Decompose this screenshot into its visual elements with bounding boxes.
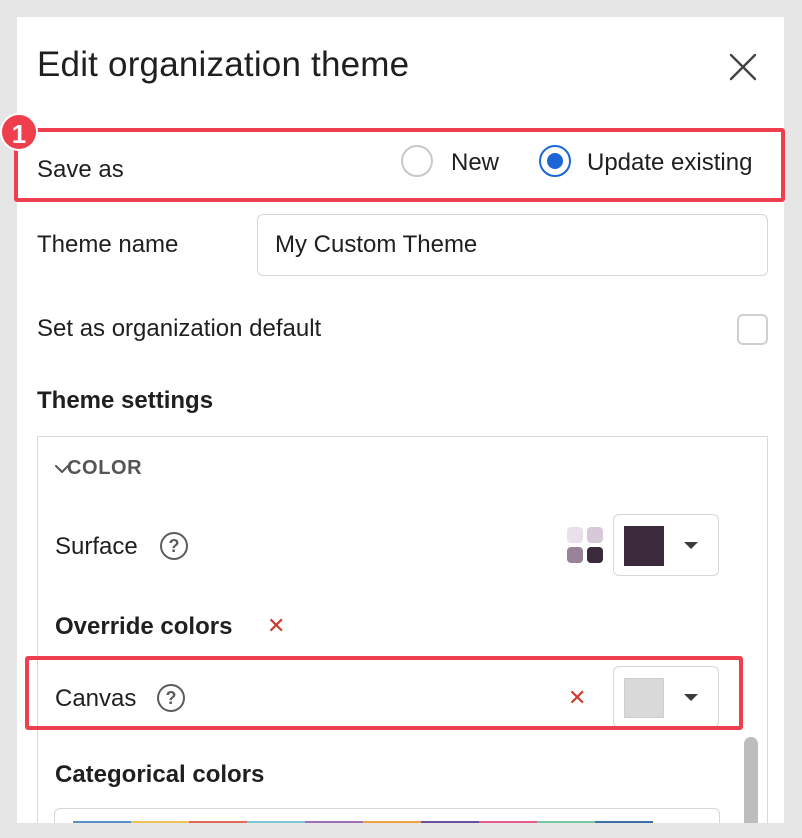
step-badge: 1 bbox=[0, 113, 38, 151]
dialog-title: Edit organization theme bbox=[37, 45, 410, 84]
org-default-label: Set as organization default bbox=[37, 315, 322, 342]
canvas-label: Canvas bbox=[55, 685, 137, 712]
radio-new-label[interactable]: New bbox=[451, 149, 499, 177]
clear-canvas-icon[interactable]: ✕ bbox=[568, 685, 586, 711]
theme-settings-title: Theme settings bbox=[37, 387, 214, 414]
theme-name-input[interactable]: My Custom Theme bbox=[257, 214, 768, 276]
radio-update-existing-label[interactable]: Update existing bbox=[587, 149, 752, 177]
surface-label: Surface bbox=[55, 533, 138, 560]
canvas-color-select[interactable] bbox=[613, 666, 719, 728]
canvas-color-chip bbox=[624, 678, 664, 718]
edit-theme-dialog: Edit organization theme Save as New Upda… bbox=[17, 17, 784, 823]
chevron-down-icon bbox=[684, 542, 698, 549]
palette-swatch-icon[interactable] bbox=[567, 527, 605, 565]
categorical-palette-select[interactable] bbox=[54, 808, 720, 823]
theme-name-label: Theme name bbox=[37, 231, 179, 258]
question-circle-icon[interactable]: ? bbox=[160, 532, 188, 560]
categorical-colors-title: Categorical colors bbox=[55, 761, 265, 788]
override-colors-title: Override colors bbox=[55, 613, 233, 640]
surface-color-select[interactable] bbox=[613, 514, 719, 576]
org-default-checkbox[interactable] bbox=[737, 314, 768, 345]
surface-color-chip bbox=[624, 526, 664, 566]
save-as-label: Save as bbox=[37, 156, 124, 183]
color-section-header[interactable]: COLOR bbox=[67, 457, 142, 480]
clear-overrides-icon[interactable]: ✕ bbox=[267, 613, 285, 639]
categorical-palette-strip bbox=[73, 821, 653, 823]
radio-new[interactable] bbox=[401, 145, 433, 177]
scrollbar-thumb[interactable] bbox=[744, 737, 758, 823]
chevron-down-icon bbox=[684, 694, 698, 701]
question-circle-icon[interactable]: ? bbox=[157, 684, 185, 712]
close-icon bbox=[729, 53, 757, 81]
close-button[interactable] bbox=[723, 47, 763, 87]
radio-update-existing[interactable] bbox=[539, 145, 571, 177]
